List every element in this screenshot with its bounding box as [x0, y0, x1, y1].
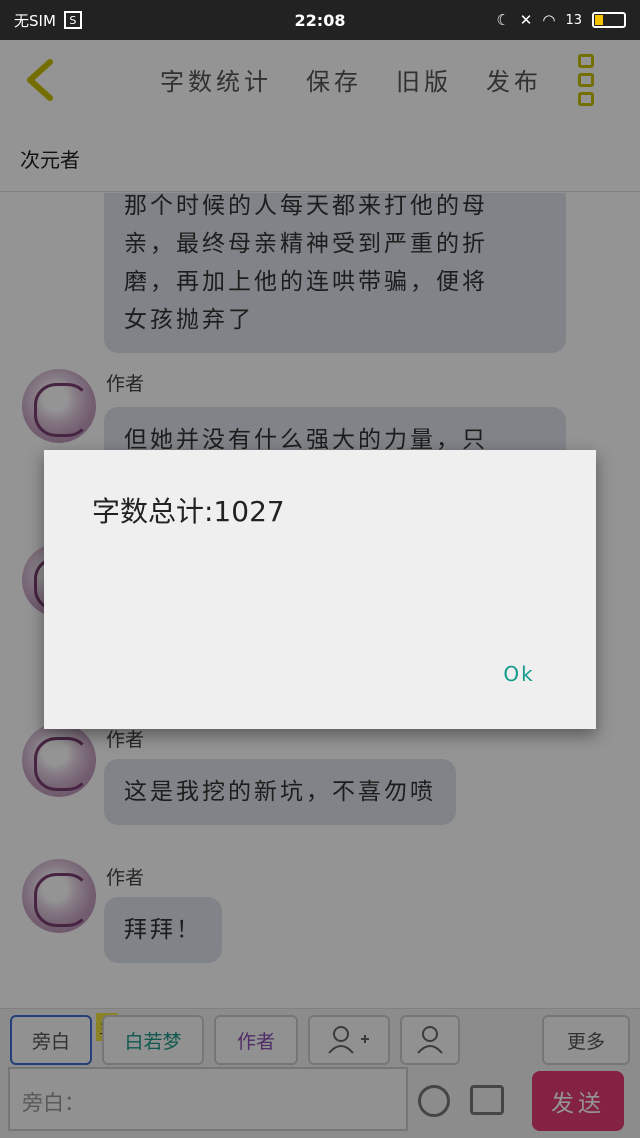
- battery-icon: [592, 12, 626, 28]
- word-count-dialog: 字数总计:1027 Ok: [44, 450, 596, 729]
- dialog-message: 字数总计:1027: [92, 495, 285, 528]
- moon-icon: ☾: [496, 11, 510, 29]
- status-bar: 无SIM S 22:08 ☾ ✕ ◠ 13: [0, 0, 640, 40]
- battery-percent: 13: [565, 12, 582, 28]
- mute-icon: ✕: [519, 11, 533, 29]
- ok-button[interactable]: Ok: [484, 654, 554, 694]
- sim-card-icon: S: [63, 11, 82, 29]
- sim-status: 无SIM: [14, 11, 56, 30]
- wifi-icon: ◠: [542, 11, 556, 29]
- status-time: 22:08: [294, 10, 346, 30]
